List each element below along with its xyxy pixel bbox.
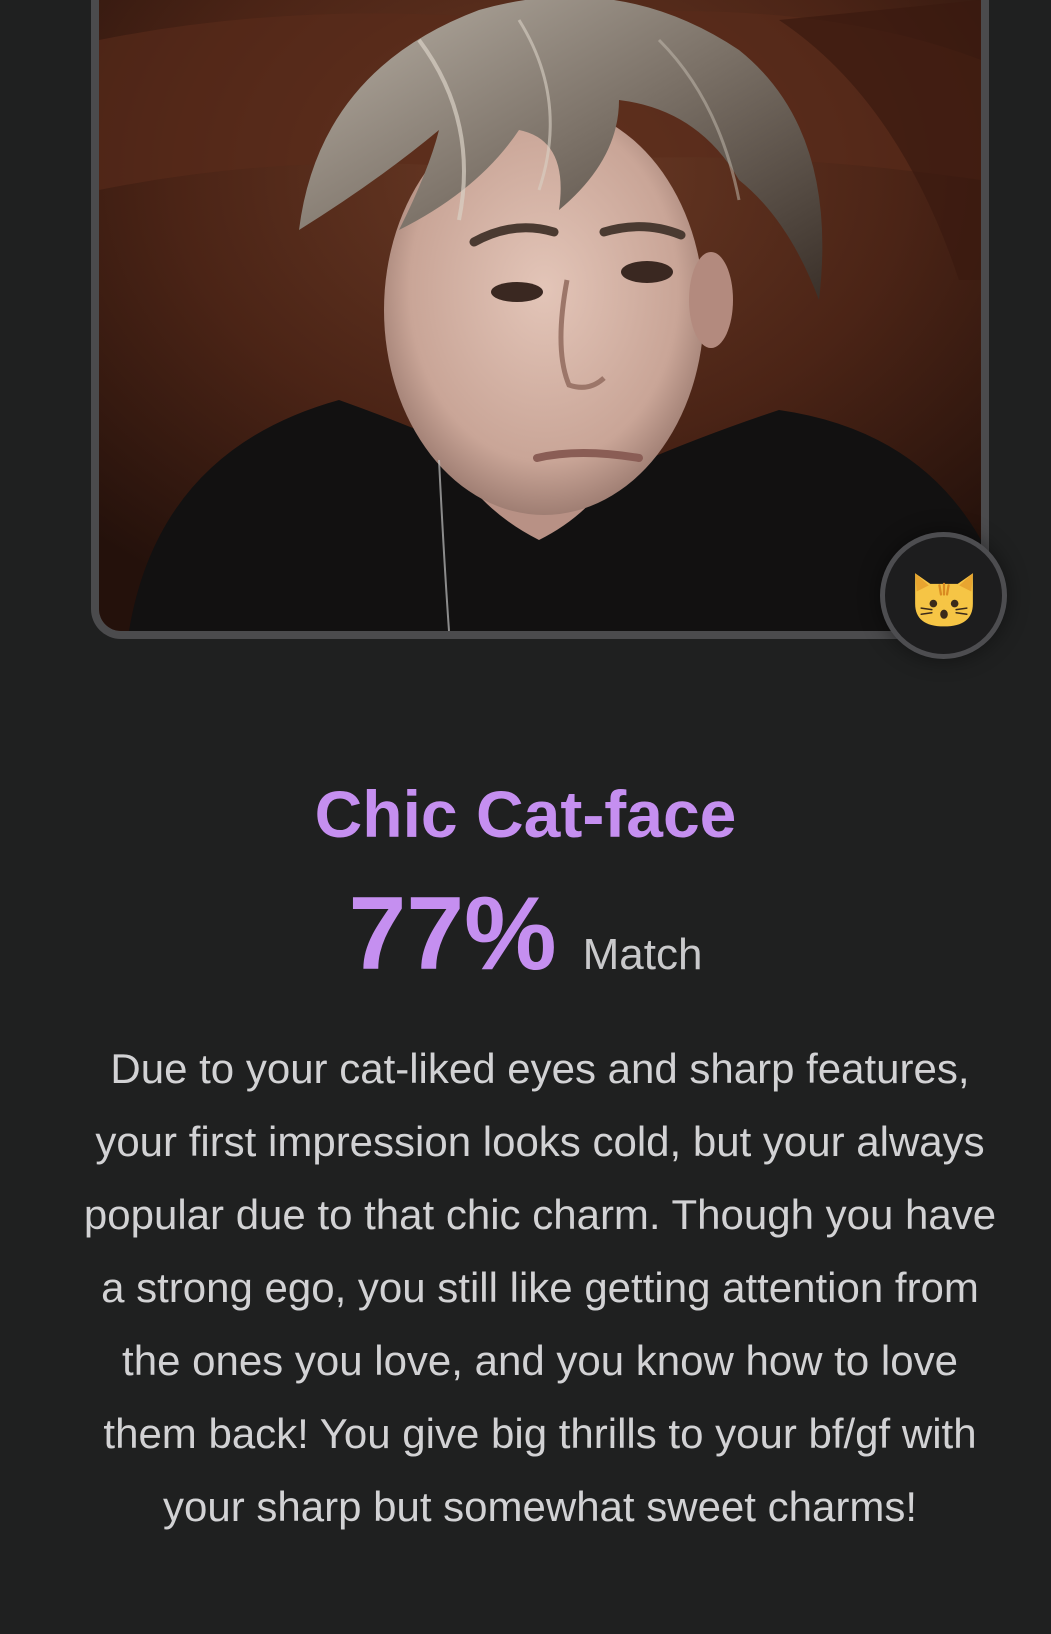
result-badge xyxy=(880,532,1007,659)
match-percentage: 77% xyxy=(348,876,557,992)
portrait-image xyxy=(99,0,981,631)
result-title: Chic Cat-face xyxy=(314,777,737,851)
match-score: 77% Match xyxy=(0,882,1051,986)
match-label: Match xyxy=(582,930,703,979)
result-photo xyxy=(91,0,989,639)
cat-face-icon xyxy=(906,558,982,634)
result-description: Due to your cat-liked eyes and sharp fea… xyxy=(83,1045,997,1530)
